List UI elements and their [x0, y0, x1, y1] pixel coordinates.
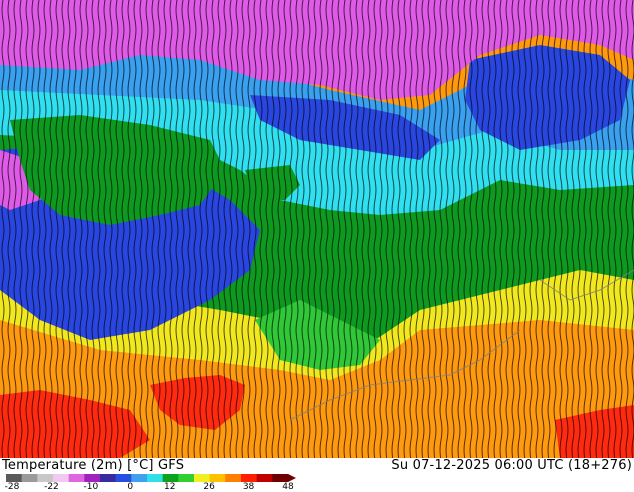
- model-label: GFS: [157, 458, 185, 473]
- colorbar-segment: [241, 474, 258, 482]
- colorbar-segment: [162, 474, 179, 482]
- colorbar-segment: [53, 474, 70, 482]
- colorbar-segment: [68, 474, 85, 482]
- colorbar-segment: [272, 474, 289, 482]
- colorbar-tick-label: -22: [44, 482, 59, 492]
- colorbar-tick-label: 38: [242, 482, 255, 492]
- colorbar-tick-label: -28: [4, 482, 20, 492]
- colorbar-arrow: [288, 474, 296, 482]
- colorbar-segment: [100, 474, 117, 482]
- colorbar-tick-label: -10: [83, 482, 99, 492]
- valid-time: Su 07-12-2025 06:00 UTC (18+276): [391, 458, 632, 473]
- variable-label: Temperature (2m) [°C]: [2, 458, 154, 473]
- colorbar-tick-label: 0: [127, 482, 134, 492]
- colorbar-segment: [147, 474, 164, 482]
- colorbar-segment: [209, 474, 226, 482]
- map-canvas: [0, 0, 634, 458]
- colorbar-segment: [21, 474, 38, 482]
- map-title: Temperature (2m) [°C] GFS: [2, 458, 184, 473]
- colorbar-segment: [178, 474, 195, 482]
- temperature-map: [0, 0, 634, 458]
- colorbar-segment: [194, 474, 211, 482]
- colorbar: [6, 474, 296, 482]
- colorbar-segment: [6, 474, 23, 482]
- colorbar-segment: [256, 474, 273, 482]
- colorbar-tick-label: 12: [163, 482, 176, 492]
- colorbar-tick-label: 26: [203, 482, 215, 492]
- colorbar-tick-label: 48: [282, 482, 294, 492]
- colorbar-segment: [84, 474, 101, 482]
- colorbar-segment: [115, 474, 132, 482]
- colorbar-segment: [37, 474, 54, 482]
- map-footer: Temperature (2m) [°C] GFS Su 07-12-2025 …: [0, 458, 634, 492]
- colorbar-segment: [131, 474, 148, 482]
- colorbar-segment: [225, 474, 242, 482]
- isoline-overlay: [0, 0, 634, 458]
